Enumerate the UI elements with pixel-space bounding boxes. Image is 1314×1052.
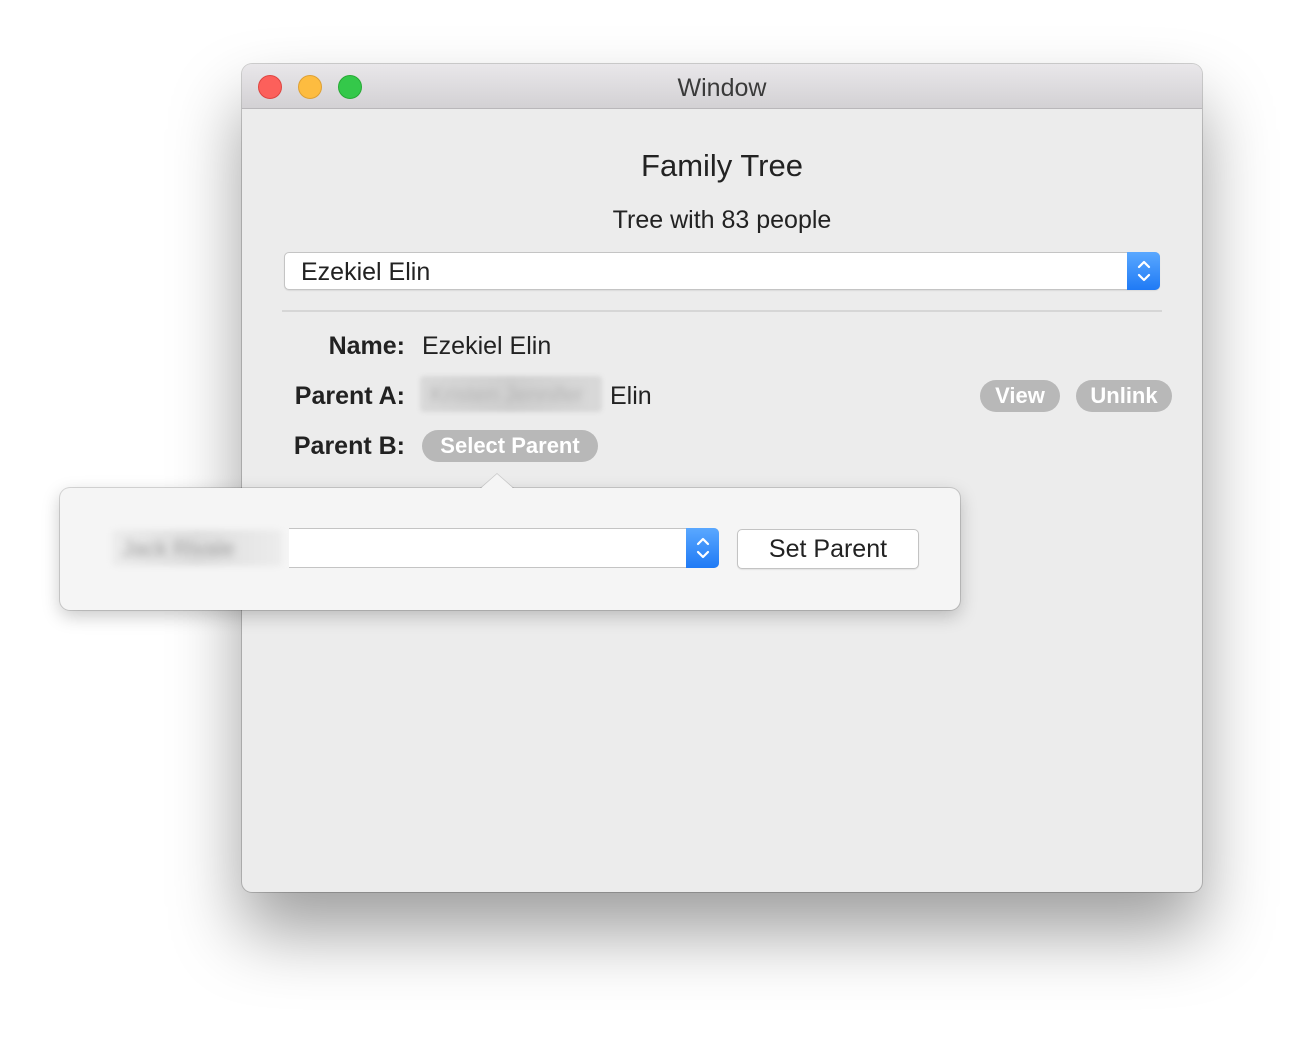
- parent-b-label: Parent B:: [293, 432, 405, 460]
- select-parent-button[interactable]: Select Parent: [422, 430, 598, 462]
- window-title: Window: [677, 74, 767, 102]
- chevron-up-down-icon[interactable]: [686, 528, 719, 568]
- title-bar[interactable]: Window: [242, 64, 1202, 109]
- person-select-value: Ezekiel Elin: [301, 258, 431, 286]
- select-parent-popover: Jack Rivale Set Parent: [60, 474, 960, 610]
- parent-a-first-name-redacted: Kristen Jennifer: [420, 376, 602, 412]
- name-label: Name:: [328, 332, 405, 360]
- people-count: Tree with 83 people: [612, 206, 832, 234]
- parent-a-label: Parent A:: [294, 382, 405, 410]
- parent-a-last-name: Elin: [610, 382, 652, 410]
- chevron-up-down-icon[interactable]: [1127, 252, 1160, 290]
- set-parent-button[interactable]: Set Parent: [737, 529, 919, 569]
- popover-arrow: [480, 474, 514, 489]
- popover-label-redacted: Jack Rivale: [112, 530, 282, 566]
- page-title: Family Tree: [641, 148, 803, 183]
- person-select[interactable]: Ezekiel Elin: [284, 252, 1160, 290]
- unlink-button[interactable]: Unlink: [1076, 380, 1172, 412]
- view-button[interactable]: View: [980, 380, 1060, 412]
- main-window: Window Family Tree Tree with 83 people E…: [242, 64, 1202, 892]
- name-value: Ezekiel Elin: [422, 332, 552, 360]
- parent-select[interactable]: [289, 528, 719, 568]
- separator: [282, 310, 1162, 312]
